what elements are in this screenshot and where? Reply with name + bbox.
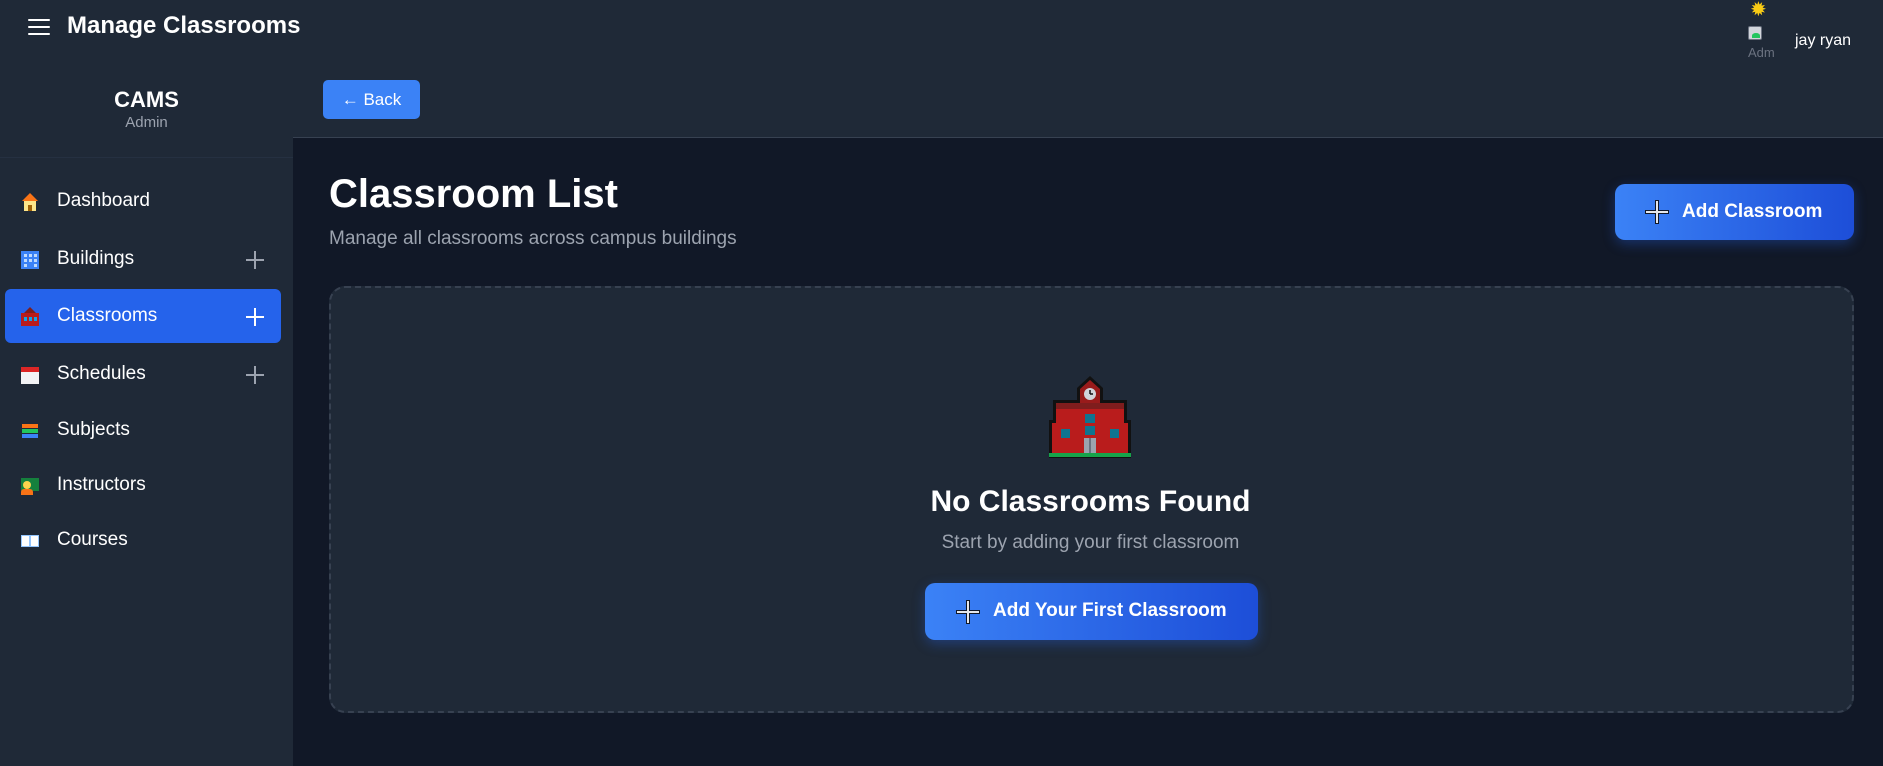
building-icon [19, 249, 41, 271]
top-bar: Manage Classrooms ✹ Adm jay ryan [0, 0, 1883, 60]
page-title: Classroom List [329, 172, 618, 216]
sidebar-item-classrooms[interactable]: Classrooms [5, 289, 281, 343]
books-icon [19, 420, 41, 442]
sidebar-item-label: Buildings [57, 248, 135, 269]
add-classroom-label: Add Classroom [1682, 201, 1823, 222]
hamburger-menu-icon[interactable] [28, 17, 50, 37]
calendar-icon [19, 364, 41, 386]
school-icon [19, 306, 41, 328]
brand-role: Admin [125, 114, 168, 131]
sidebar-item-buildings[interactable]: Buildings [5, 232, 281, 286]
sidebar-brand: CAMS Admin [0, 60, 293, 158]
empty-state-subtitle: Start by adding your first classroom [941, 532, 1240, 553]
empty-state-title: No Classrooms Found [930, 485, 1251, 518]
add-first-classroom-button[interactable]: Add Your First Classroom [925, 583, 1258, 640]
sidebar-item-label: Subjects [57, 419, 130, 440]
plus-icon [956, 600, 980, 624]
sub-header: ← Back [293, 60, 1883, 138]
user-name[interactable]: jay ryan [1795, 32, 1851, 50]
house-icon [19, 191, 41, 213]
sidebar-item-dashboard[interactable]: Dashboard [5, 174, 281, 228]
sidebar-item-label: Classrooms [57, 305, 158, 326]
expand-plus-icon[interactable] [244, 364, 266, 386]
sun-icon[interactable]: ✹ [1750, 0, 1774, 20]
page-header-title: Manage Classrooms [67, 12, 301, 39]
expand-plus-icon[interactable] [244, 249, 266, 271]
avatar[interactable]: Adm [1746, 24, 1780, 58]
sidebar-item-schedules[interactable]: Schedules [5, 347, 281, 401]
add-classroom-button[interactable]: Add Classroom [1615, 184, 1854, 240]
plus-icon [1645, 200, 1669, 224]
avatar-alt-text: Adm [1748, 45, 1775, 58]
school-building-icon [1049, 376, 1131, 458]
expand-plus-icon[interactable] [244, 306, 266, 328]
sidebar-item-label: Dashboard [57, 190, 150, 211]
back-button[interactable]: ← Back [323, 80, 420, 119]
sidebar-item-subjects[interactable]: Subjects [5, 403, 281, 457]
sidebar: CAMS Admin Dashboard Buildings Classroom… [0, 60, 293, 766]
page-subtitle: Manage all classrooms across campus buil… [329, 228, 737, 249]
brand-name: CAMS [114, 87, 179, 112]
sidebar-item-label: Schedules [57, 363, 146, 384]
add-first-classroom-label: Add Your First Classroom [993, 600, 1227, 621]
broken-image-icon [1748, 26, 1762, 40]
